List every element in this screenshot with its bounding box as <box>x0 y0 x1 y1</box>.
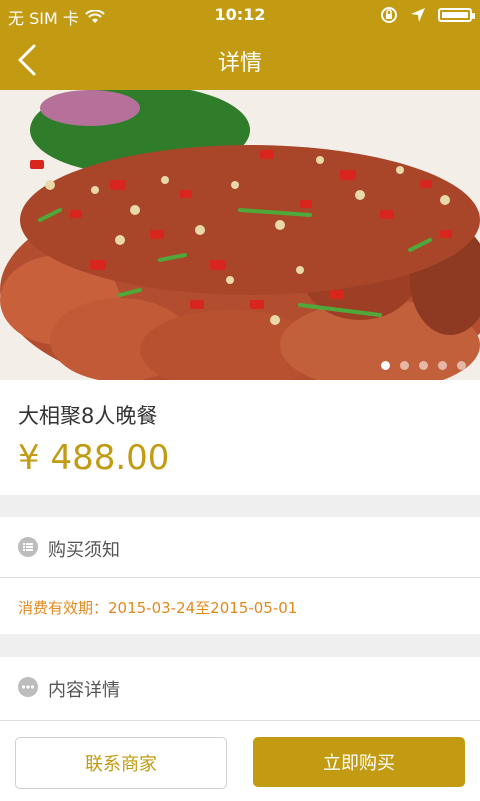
purchase-notice-section: 购买须知 消费有效期：2015-03-24至2015-05-01 <box>0 517 480 634</box>
nav-bar: 详情 <box>0 30 480 90</box>
content-details-section: 内容详情 <box>0 657 480 720</box>
product-price: ¥ 488.00 <box>18 438 170 478</box>
carousel-dot[interactable] <box>419 361 428 370</box>
purchase-notice-heading: 购买须知 <box>48 540 120 561</box>
more-icon <box>18 677 38 697</box>
list-icon <box>18 537 38 557</box>
validity-period-text: 消费有效期：2015-03-24至2015-05-01 <box>18 599 298 617</box>
carousel-dot[interactable] <box>400 361 409 370</box>
product-image-carousel[interactable] <box>0 90 480 380</box>
product-title: 大相聚8人晚餐 <box>18 404 158 428</box>
rotation-lock-icon <box>381 7 397 23</box>
contact-merchant-button[interactable]: 联系商家 <box>15 737 227 789</box>
carousel-dot[interactable] <box>438 361 447 370</box>
buy-now-button[interactable]: 立即购买 <box>253 737 465 787</box>
status-bar: 无 SIM 卡 10:12 <box>0 0 480 30</box>
purchase-notice-header[interactable]: 购买须知 <box>0 517 480 578</box>
location-arrow-icon <box>411 8 425 22</box>
carousel-dot[interactable] <box>381 361 390 370</box>
content-details-header[interactable]: 内容详情 <box>0 657 480 717</box>
carousel-dot[interactable] <box>457 361 466 370</box>
battery-icon <box>438 8 475 22</box>
bottom-action-bar: 联系商家 立即购买 <box>0 720 480 801</box>
carousel-indicator <box>381 361 466 370</box>
status-right <box>380 6 475 24</box>
page-title: 详情 <box>217 51 262 76</box>
food-photo <box>0 90 480 380</box>
content-details-heading: 内容详情 <box>48 680 120 701</box>
product-info-card: 大相聚8人晚餐 ¥ 488.00 <box>0 380 480 495</box>
